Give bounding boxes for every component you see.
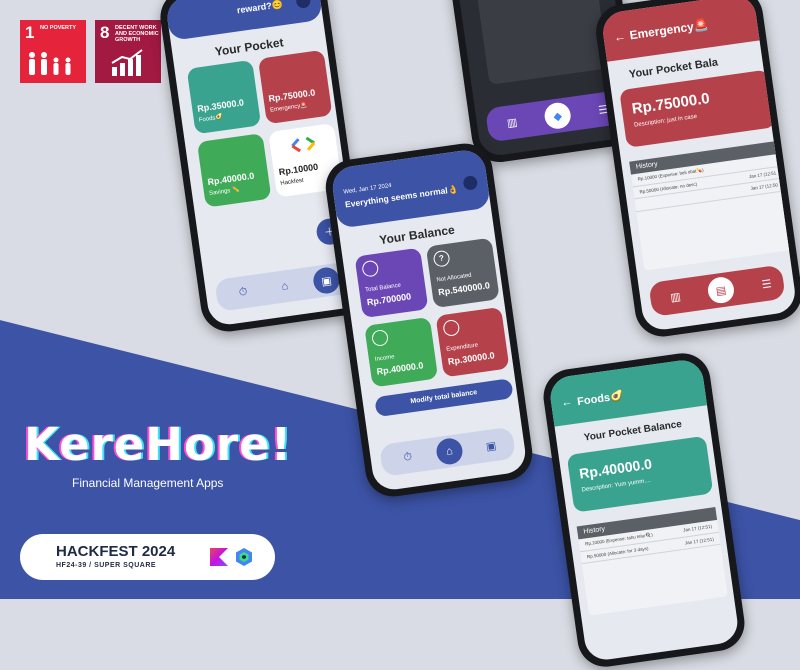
hackfest-title: HACKFEST 2024 [56, 543, 176, 560]
sdg-badge-decent-work: 8 DECENT WORK AND ECONOMIC GROWTH [95, 20, 161, 83]
home-icon[interactable]: ⌂ [434, 436, 465, 467]
chart-icon[interactable]: ▥ [497, 107, 526, 136]
history-icon[interactable]: ⏱ [229, 278, 258, 307]
app-logo: KereHore! [24, 418, 293, 471]
google-logo-icon [291, 136, 316, 153]
sdg-badge-no-poverty: 1 NO POVERTY [20, 20, 86, 83]
emergency-history: History Rp.10000 (Expense: beli obat💊) R… [629, 140, 794, 271]
growth-chart-icon [111, 49, 143, 76]
list-icon[interactable]: ☰ [752, 269, 781, 298]
card-expenditure[interactable]: Expenditure Rp.30000.0 [435, 306, 510, 378]
wallet-icon [361, 259, 380, 278]
emergency-balance-card: Rp.75000.0 Description: just in case [619, 69, 776, 148]
history-icon[interactable]: ⏱ [393, 443, 422, 472]
balance-header: Wed, Jan 17 2024 Everything seems normal… [330, 147, 491, 229]
app-tagline: Financial Management Apps [72, 476, 224, 490]
card-income[interactable]: Income Rp.40000.0 [364, 316, 439, 388]
pocket-card-emergency[interactable]: Rp.75000.0 Emergency🚨 [257, 49, 333, 125]
avatar-icon[interactable] [462, 175, 479, 191]
expense-icon [442, 318, 461, 338]
wallet-icon[interactable]: ▣ [476, 431, 505, 460]
jetpack-compose-icon [236, 548, 252, 566]
home-icon[interactable]: ⌂ [270, 272, 299, 301]
card-not-allocated[interactable]: ? Not Allocated Rp.540000.0 [425, 237, 500, 309]
dark-content-block [475, 0, 609, 85]
card-total-balance[interactable]: Total Balance Rp.700000 [354, 247, 429, 319]
back-arrow-icon[interactable]: ← [561, 396, 574, 409]
question-icon: ? [432, 249, 451, 268]
pocket-card-savings[interactable]: Rp.40000.0 Savings ✏️ [196, 133, 272, 208]
foods-header: ← Foods🥑 [547, 357, 708, 427]
family-icon [29, 52, 71, 75]
foods-screen: ← Foods🥑 Your Pocket Balance Rp.40000.0 … [547, 357, 741, 663]
hackfest-badge: HACKFEST 2024 HF24-39 / SUPER SQUARE [20, 534, 275, 580]
receipt-icon[interactable]: ▤ [706, 275, 736, 305]
foods-balance-card: Rp.40000.0 Description: Yum yumm.... [566, 435, 714, 513]
emergency-navbar: ▥ ▤ ☰ [648, 264, 786, 317]
dark-navbar: ▥ ◆ ☰ [484, 90, 623, 143]
chart-icon[interactable]: ▥ [661, 282, 690, 311]
foods-history: History Rp.10000 (Expense: tahu telur🍳) J… [576, 507, 728, 616]
back-arrow-icon[interactable]: ← [613, 29, 627, 45]
hackfest-subtitle: HF24-39 / SUPER SQUARE [56, 562, 157, 569]
kotlin-icon [210, 548, 228, 566]
income-icon [370, 328, 390, 348]
emergency-header: ← Emergency🚨 [600, 0, 760, 62]
pocket-navbar: ⏱ ⌂ ▣ [214, 261, 352, 312]
google-nav-icon[interactable]: ◆ [542, 101, 573, 131]
pocket-card-foods[interactable]: Rp.35000.0 Foods🥑 [186, 59, 262, 135]
avatar-icon[interactable] [295, 0, 312, 9]
balance-navbar: ⏱ ⌂ ▣ [378, 426, 517, 477]
